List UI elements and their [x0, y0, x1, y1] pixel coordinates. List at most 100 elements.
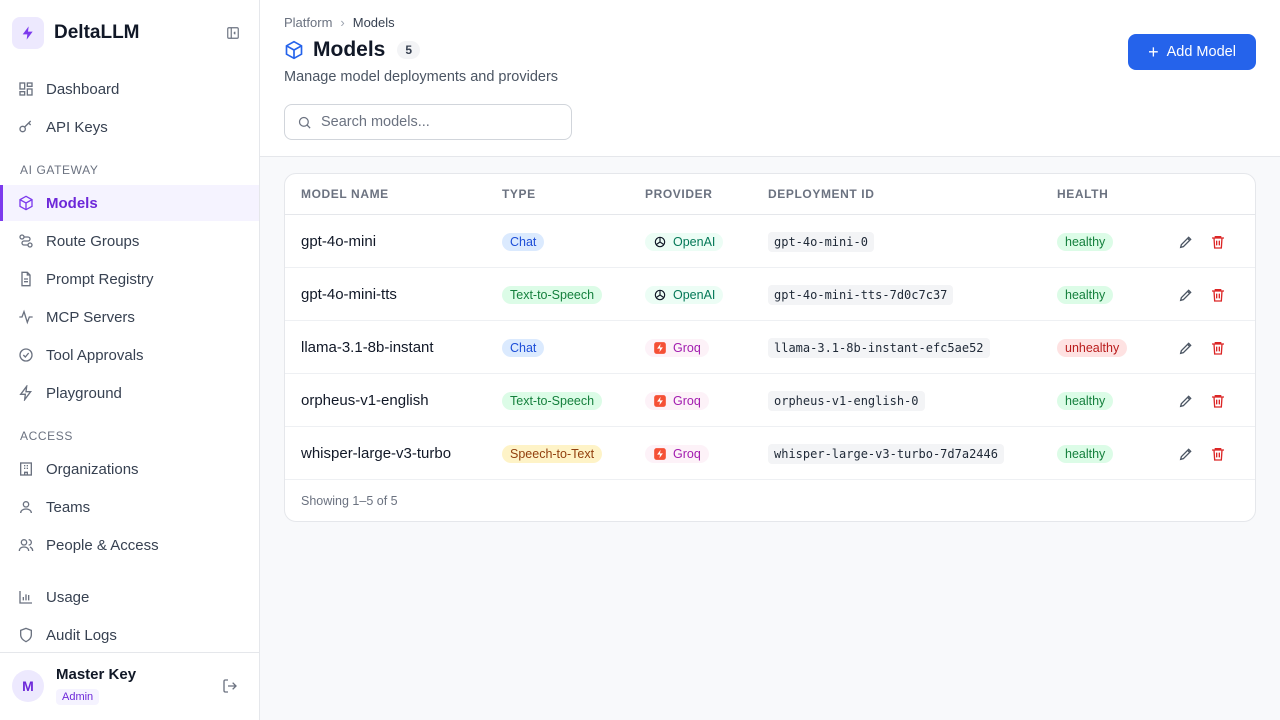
table-row[interactable]: llama-3.1-8b-instant Chat Groq llama-3.1…	[285, 321, 1255, 374]
bar-chart-icon	[19, 591, 32, 604]
edit-icon[interactable]	[1177, 286, 1195, 304]
type-badge: Chat	[502, 232, 545, 251]
add-model-label: Add Model	[1166, 44, 1236, 60]
search-input[interactable]	[321, 114, 561, 130]
logout-icon[interactable]	[222, 678, 240, 696]
provider-badge: Groq	[645, 391, 709, 410]
trash-icon[interactable]	[1209, 445, 1227, 463]
column-header[interactable]: PROVIDER	[645, 187, 712, 201]
model-name: whisper-large-v3-turbo	[301, 445, 452, 462]
provider-badge: OpenAI	[645, 285, 724, 304]
search-icon	[298, 116, 311, 129]
user-panel: M Master Key Admin	[0, 652, 259, 720]
collapse-sidebar-icon[interactable]	[224, 24, 242, 42]
breadcrumb-parent[interactable]: Platform	[284, 15, 332, 30]
model-name: gpt-4o-mini	[301, 233, 377, 250]
sidebar-item-mcp-servers[interactable]: MCP Servers	[0, 299, 259, 335]
zap-icon	[19, 385, 32, 401]
section-label-ai-gateway: AI GATEWAY	[20, 163, 99, 177]
models-table: MODEL NAME TYPE PROVIDER DEPLOYMENT ID H…	[284, 173, 1256, 522]
check-circle-icon	[19, 348, 33, 362]
openai-icon	[654, 236, 666, 247]
page-header: Platform › Models Models 5 Manage model …	[260, 0, 1280, 157]
building-icon	[20, 462, 32, 476]
sidebar-item-label: API Keys	[46, 118, 108, 136]
health-badge: healthy	[1057, 444, 1114, 463]
sidebar-item-api-keys[interactable]: API Keys	[0, 109, 259, 145]
sidebar-item-route-groups[interactable]: Route Groups	[0, 223, 259, 259]
page-title: Models	[313, 38, 386, 61]
table-row[interactable]: gpt-4o-mini-tts Text-to-Speech OpenAI gp…	[285, 268, 1255, 321]
trash-icon[interactable]	[1209, 286, 1227, 304]
provider-badge: Groq	[645, 338, 709, 357]
health-badge: unhealthy	[1057, 338, 1128, 357]
sidebar-item-playground[interactable]: Playground	[0, 375, 259, 411]
title-row: Models 5	[284, 37, 421, 63]
model-name: gpt-4o-mini-tts	[301, 286, 397, 303]
document-icon	[21, 271, 31, 287]
sidebar-item-label: Audit Logs	[46, 626, 117, 644]
edit-icon[interactable]	[1177, 233, 1195, 251]
trash-icon[interactable]	[1209, 392, 1227, 410]
sidebar-item-label: Prompt Registry	[46, 270, 154, 288]
deployment-id: gpt-4o-mini-0	[768, 231, 874, 252]
activity-icon	[19, 309, 33, 325]
sidebar-item-usage[interactable]: Usage	[0, 579, 259, 615]
sidebar-item-label: MCP Servers	[46, 308, 135, 326]
trash-icon[interactable]	[1209, 233, 1227, 251]
avatar: M	[12, 670, 44, 702]
dashboard-icon	[19, 82, 33, 96]
table-row[interactable]: whisper-large-v3-turbo Speech-to-Text Gr…	[285, 427, 1255, 480]
search-box	[284, 104, 572, 140]
sidebar-item-models[interactable]: Models	[0, 185, 259, 221]
model-name: llama-3.1-8b-instant	[301, 339, 434, 356]
column-header[interactable]: TYPE	[502, 187, 536, 201]
role-badge: Admin	[56, 689, 100, 705]
bolt-logo-icon	[12, 17, 44, 49]
provider-name: Groq	[673, 393, 701, 408]
breadcrumb-current: Models	[352, 15, 395, 30]
deployment-id: orpheus-v1-english-0	[768, 390, 925, 411]
shield-icon	[20, 627, 32, 643]
edit-icon[interactable]	[1177, 392, 1195, 410]
sidebar-item-prompt-registry[interactable]: Prompt Registry	[0, 261, 259, 297]
key-icon	[19, 120, 32, 133]
sidebar-item-tool-approvals[interactable]: Tool Approvals	[0, 337, 259, 373]
sidebar-item-label: Organizations	[46, 460, 139, 478]
section-label-access: ACCESS	[20, 429, 73, 443]
sidebar-item-organizations[interactable]: Organizations	[0, 451, 259, 487]
table-row[interactable]: gpt-4o-mini Chat OpenAI gpt-4o-mini-0 he…	[285, 215, 1255, 268]
page-subtitle: Manage model deployments and providers	[284, 69, 559, 85]
sidebar-item-label: Teams	[46, 498, 91, 516]
sidebar-item-label: Dashboard	[46, 80, 120, 98]
add-model-button[interactable]: + Add Model	[1128, 34, 1256, 70]
table-header: MODEL NAME TYPE PROVIDER DEPLOYMENT ID H…	[285, 174, 1255, 215]
sidebar-item-people-access[interactable]: People & Access	[0, 527, 259, 563]
trash-icon[interactable]	[1209, 339, 1227, 357]
type-badge: Chat	[502, 338, 545, 357]
column-header[interactable]: DEPLOYMENT ID	[768, 187, 874, 201]
table-row[interactable]: orpheus-v1-english Text-to-Speech Groq o…	[285, 374, 1255, 427]
edit-icon[interactable]	[1177, 445, 1195, 463]
provider-name: Groq	[673, 340, 701, 355]
sidebar: DeltaLLM Dashboard API Keys AI GATEWAY M…	[0, 0, 260, 720]
count-badge: 5	[397, 41, 421, 59]
sidebar-item-label: People & Access	[46, 536, 159, 554]
sidebar-item-audit-logs[interactable]: Audit Logs	[0, 617, 259, 653]
sidebar-item-dashboard[interactable]: Dashboard	[0, 71, 259, 107]
column-header[interactable]: HEALTH	[1057, 187, 1108, 201]
type-badge: Speech-to-Text	[502, 444, 603, 463]
sidebar-item-label: Models	[46, 194, 98, 212]
deployment-id: gpt-4o-mini-tts-7d0c7c37	[768, 284, 954, 305]
app-name: DeltaLLM	[54, 22, 140, 43]
column-header[interactable]: MODEL NAME	[301, 187, 389, 201]
edit-icon[interactable]	[1177, 339, 1195, 357]
deployment-id: whisper-large-v3-turbo-7d7a2446	[768, 443, 1004, 464]
type-badge: Text-to-Speech	[502, 391, 603, 410]
user-name: Master Key	[56, 666, 137, 683]
provider-name: Groq	[673, 446, 701, 461]
chevron-right-icon: ›	[340, 15, 345, 30]
groq-icon	[654, 447, 666, 460]
sidebar-item-teams[interactable]: Teams	[0, 489, 259, 525]
sidebar-item-label: Usage	[46, 588, 90, 606]
